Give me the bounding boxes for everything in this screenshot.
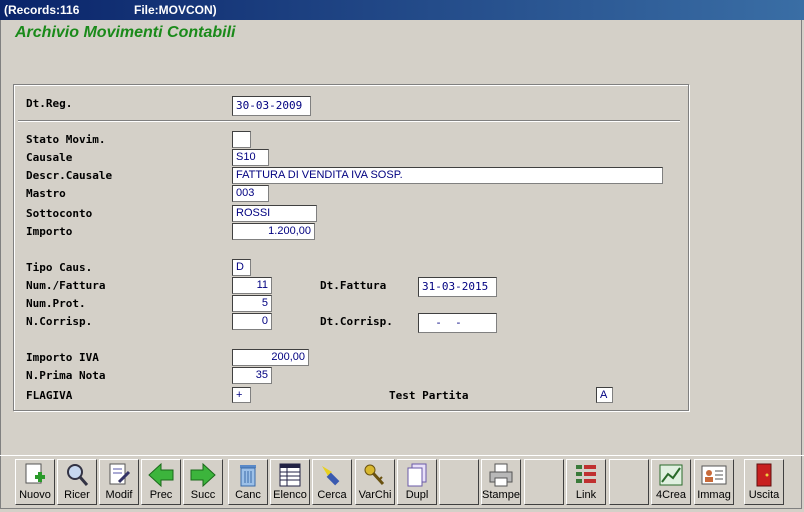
prec-label: Prec [149, 489, 173, 501]
stato-label: Stato Movim. [26, 133, 106, 146]
dt-corrisp-label: Dt.Corrisp. [320, 315, 393, 328]
crea-label: 4Crea [656, 489, 686, 501]
nuovo-button[interactable]: Nuovo [15, 459, 55, 505]
dt-fattura-field[interactable]: 31-03-2015 [418, 277, 497, 297]
num-prot-label: Num.Prot. [26, 297, 86, 310]
nuovo-label: Nuovo [19, 489, 51, 501]
cerca-label: Cerca [317, 489, 347, 501]
descr-causale-label: Descr.Causale [26, 169, 113, 182]
dt-reg-label: Dt.Reg. [26, 97, 73, 110]
test-partita-label: Test Partita [389, 389, 469, 402]
test-partita-field[interactable]: A [596, 387, 613, 403]
copy-pages-icon [407, 463, 427, 487]
descr-causale-field[interactable]: FATTURA DI VENDITA IVA SOSP. [232, 167, 663, 184]
link-tree-icon [576, 465, 596, 483]
elenco-label: Elenco [273, 489, 307, 501]
flagiva-label: FLAGIVA [26, 389, 73, 402]
file-name: File:MOVCON) [134, 3, 217, 17]
importo-label: Importo [26, 225, 73, 238]
blank-button-2[interactable] [524, 459, 564, 505]
n-corrisp-label: N.Corrisp. [26, 315, 93, 328]
ricer-button[interactable]: Ricer [57, 459, 97, 505]
link-label: Link [575, 489, 597, 501]
trash-icon [240, 465, 256, 487]
form-panel [13, 84, 689, 411]
succ-button[interactable]: Succ [183, 459, 223, 505]
modif-button[interactable]: Modif [99, 459, 139, 505]
canc-label: Canc [235, 489, 261, 501]
dt-reg-field[interactable]: 30-03-2009 [232, 96, 311, 116]
immag-label: Immag [697, 489, 731, 501]
ricer-label: Ricer [64, 489, 90, 501]
keys-icon [364, 464, 385, 486]
mastro-field[interactable]: 003 [232, 185, 269, 202]
prima-nota-label: N.Prima Nota [26, 369, 106, 382]
link-button[interactable]: Link [566, 459, 606, 505]
canc-button[interactable]: Canc [228, 459, 268, 505]
modif-label: Modif [105, 489, 133, 501]
crea-button[interactable]: 4Crea [651, 459, 691, 505]
magnifier-icon [67, 464, 89, 486]
page-title: Archivio Movimenti Contabili [15, 24, 236, 41]
stampe-button[interactable]: Stampe [481, 459, 521, 505]
flashlight-icon [322, 466, 340, 486]
causale-field[interactable]: S10 [232, 149, 269, 166]
num-fattura-label: Num./Fattura [26, 279, 106, 292]
num-prot-field[interactable]: 5 [232, 295, 272, 312]
arrow-right-icon [190, 462, 216, 488]
tipo-caus-label: Tipo Caus. [26, 261, 93, 274]
prec-button[interactable]: Prec [141, 459, 181, 505]
prima-nota-field[interactable]: 35 [232, 367, 272, 384]
title-bar: (Records:116 File:MOVCON) [0, 0, 804, 20]
dupl-button[interactable]: Dupl [397, 459, 437, 505]
elenco-button[interactable]: Elenco [270, 459, 310, 505]
importo-field[interactable]: 1.200,00 [232, 223, 315, 240]
exit-door-icon [756, 463, 772, 487]
sottoconto-field[interactable]: ROSSI [232, 205, 317, 222]
dt-fattura-label: Dt.Fattura [320, 279, 387, 292]
edit-document-icon [109, 463, 131, 485]
blank-button-3[interactable] [609, 459, 649, 505]
records-count: (Records:116 [4, 3, 80, 17]
varchi-label: VarChi [358, 489, 392, 501]
num-fattura-field[interactable]: 11 [232, 277, 272, 294]
blank-button-1[interactable] [439, 459, 479, 505]
flagiva-field[interactable]: + [232, 387, 251, 403]
mastro-label: Mastro [26, 187, 66, 200]
uscita-button[interactable]: Uscita [744, 459, 784, 505]
n-corrisp-field[interactable]: 0 [232, 313, 272, 330]
id-card-icon [701, 465, 727, 485]
arrow-left-icon [148, 462, 174, 488]
form-separator [18, 120, 680, 122]
succ-label: Succ [190, 489, 216, 501]
causale-label: Causale [26, 151, 73, 164]
stato-field[interactable] [232, 131, 251, 148]
tipo-caus-field[interactable]: D [232, 259, 251, 276]
list-grid-icon [279, 463, 301, 487]
dupl-label: Dupl [405, 489, 429, 501]
cerca-button[interactable]: Cerca [312, 459, 352, 505]
varchi-button[interactable]: VarChi [355, 459, 395, 505]
new-document-icon [25, 463, 45, 484]
sottoconto-label: Sottoconto [26, 207, 93, 220]
immag-button[interactable]: Immag [694, 459, 734, 505]
stampe-label: Stampe [482, 489, 520, 501]
printer-icon [489, 463, 513, 487]
dt-corrisp-field[interactable]: - - [418, 313, 497, 333]
importo-iva-label: Importo IVA [26, 351, 99, 364]
importo-iva-field[interactable]: 200,00 [232, 349, 309, 366]
create-chart-icon [659, 464, 683, 486]
uscita-label: Uscita [748, 489, 780, 501]
